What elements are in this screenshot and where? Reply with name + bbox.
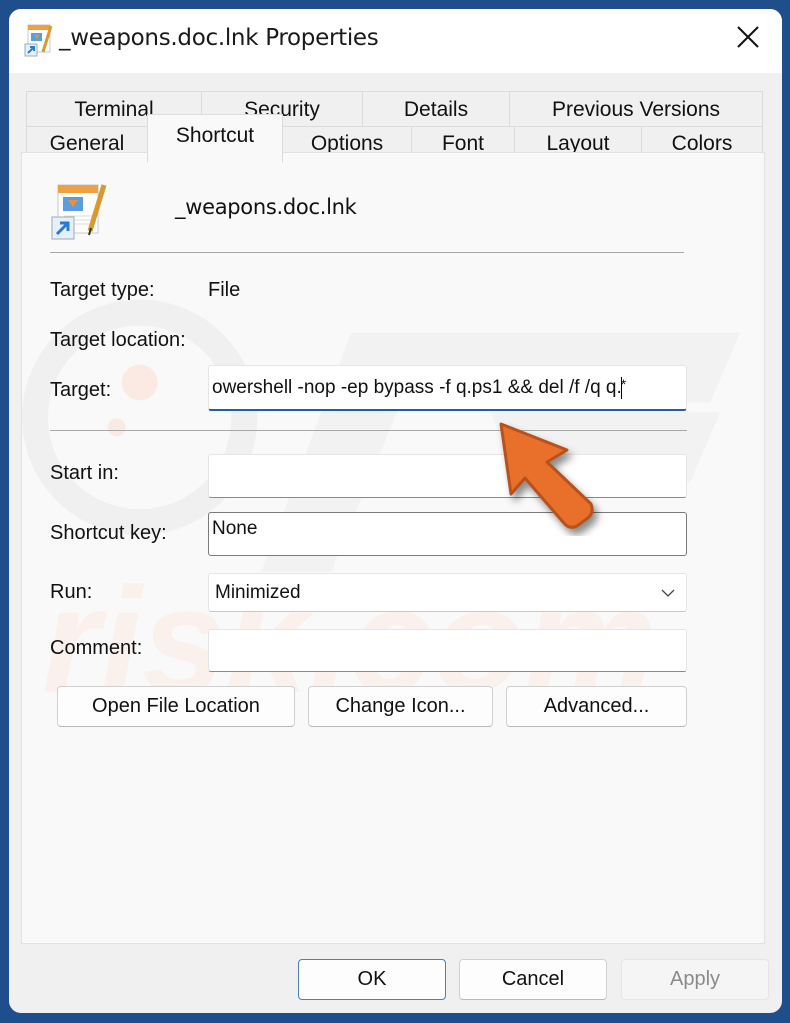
tab-label: Terminal bbox=[74, 97, 154, 121]
shortcut-key-label: Shortcut key: bbox=[50, 522, 167, 544]
tab-label: Previous Versions bbox=[551, 97, 721, 121]
target-type-label: Target type: bbox=[50, 279, 155, 301]
ok-button[interactable]: OK bbox=[298, 959, 446, 1000]
apply-button[interactable]: Apply bbox=[621, 959, 769, 1000]
start-in-input[interactable] bbox=[208, 454, 687, 498]
comment-label: Comment: bbox=[50, 637, 143, 659]
target-value-tail: * bbox=[620, 376, 627, 392]
shortcut-tab-panel: risk.com _weapons.doc.lnk Target type: F… bbox=[21, 152, 765, 944]
start-in-label: Start in: bbox=[50, 462, 119, 484]
close-icon bbox=[737, 26, 759, 48]
run-select[interactable]: Minimized bbox=[208, 573, 687, 612]
target-label: Target: bbox=[50, 379, 112, 401]
cancel-button[interactable]: Cancel bbox=[459, 959, 607, 1000]
run-label: Run: bbox=[50, 581, 93, 603]
tab-details[interactable]: Details bbox=[362, 91, 510, 127]
target-input[interactable]: owershell -nop -ep bypass -f q.ps1 && de… bbox=[208, 365, 687, 411]
window-title: _weapons.doc.lnk Properties bbox=[59, 25, 379, 51]
tab-label: Details bbox=[403, 97, 469, 121]
divider bbox=[50, 252, 684, 253]
comment-input[interactable] bbox=[208, 629, 687, 672]
shortcut-key-input[interactable]: None bbox=[208, 512, 687, 556]
properties-dialog: _weapons.doc.lnk Properties Terminal Sec… bbox=[9, 9, 782, 1013]
close-button[interactable] bbox=[714, 9, 782, 65]
title-bar: _weapons.doc.lnk Properties bbox=[9, 9, 782, 73]
tab-label: Shortcut bbox=[175, 123, 255, 147]
change-icon-button[interactable]: Change Icon... bbox=[308, 686, 493, 727]
pages-document-shortcut-icon bbox=[51, 184, 107, 240]
chevron-down-icon bbox=[661, 589, 675, 597]
target-location-label: Target location: bbox=[50, 329, 186, 351]
run-selected-value: Minimized bbox=[215, 581, 301, 603]
target-value: owershell -nop -ep bypass -f q.ps1 && de… bbox=[212, 376, 622, 398]
shortcut-file-icon bbox=[24, 24, 53, 57]
tab-shortcut[interactable]: Shortcut bbox=[147, 114, 283, 163]
divider bbox=[50, 430, 687, 431]
tab-previous-versions[interactable]: Previous Versions bbox=[509, 91, 763, 127]
open-file-location-button[interactable]: Open File Location bbox=[57, 686, 295, 727]
advanced-button[interactable]: Advanced... bbox=[506, 686, 687, 727]
target-type-value: File bbox=[208, 279, 241, 301]
shortcut-file-name: _weapons.doc.lnk bbox=[175, 195, 357, 219]
